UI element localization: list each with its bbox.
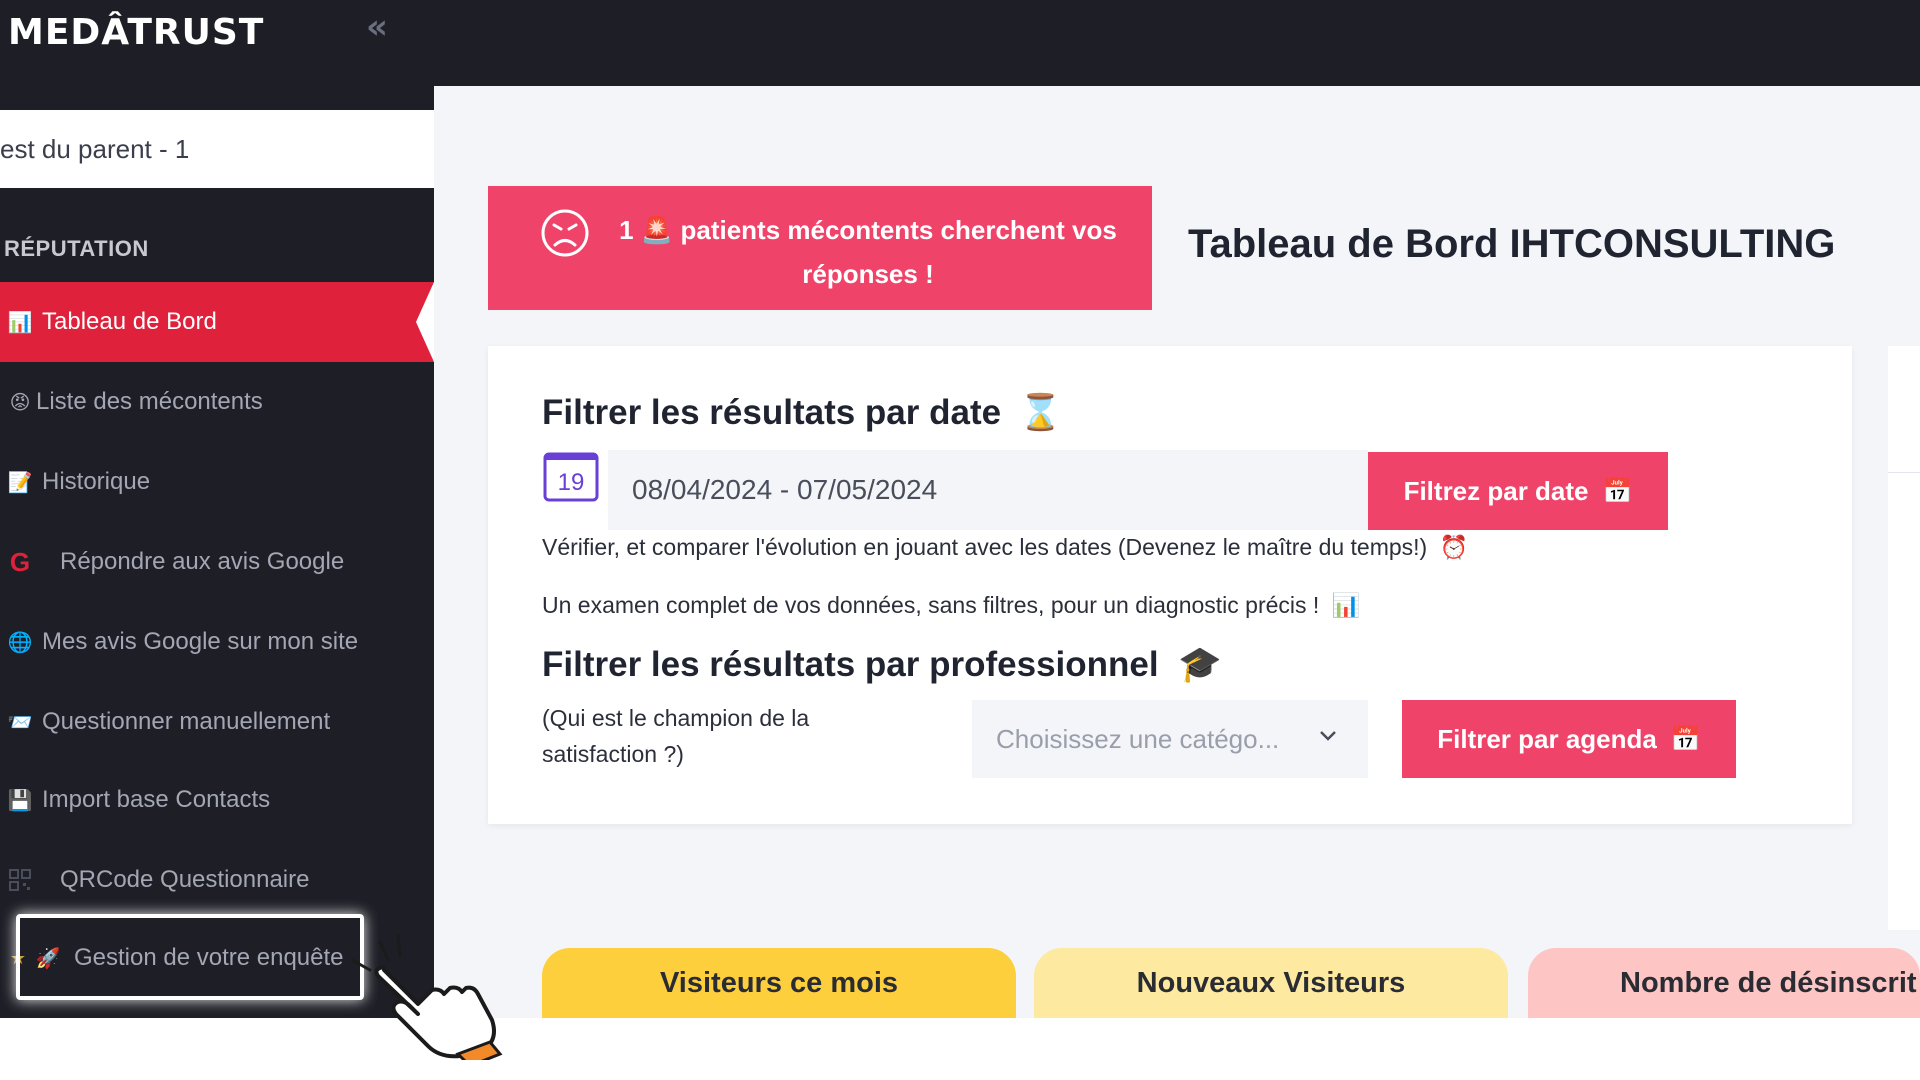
sidebar-item-questionner-manuellement[interactable]: 📨 Questionner manuellement: [0, 682, 434, 762]
page-title: Tableau de Bord IHTCONSULTING: [1188, 222, 1836, 266]
sidebar-item-qrcode[interactable]: QRCode Questionnaire: [0, 840, 434, 920]
sidebar-item-label: Tableau de Bord: [42, 308, 217, 335]
floppy-disk-icon: 💾: [7, 789, 33, 812]
date-filter-heading: Filtrer les résultats par date ⌛: [542, 392, 1062, 433]
google-icon: G: [9, 546, 31, 577]
calendar-day: 19: [558, 469, 585, 496]
date-range-input[interactable]: 08/04/2024 - 07/05/2024: [608, 450, 1368, 530]
filter-by-date-button[interactable]: Filtrez par date 📅: [1368, 452, 1668, 530]
alarm-clock-icon: ⏰: [1439, 534, 1469, 560]
alert-message: 1 🚨 patients mécontents cherchent vos ré…: [598, 208, 1138, 296]
filter-by-date-label: Filtrez par date: [1403, 475, 1589, 506]
stat-card-label: Nouveaux Visiteurs: [1136, 966, 1406, 999]
unhappy-patients-alert[interactable]: 1 🚨 patients mécontents cherchent vos ré…: [488, 186, 1152, 310]
sidebar-item-import-contacts[interactable]: 💾 Import base Contacts: [0, 760, 434, 840]
globe-icon: 🌐: [7, 631, 33, 654]
section-title-reputation: RÉPUTATION: [4, 236, 149, 261]
sidebar-item-label: Historique: [42, 468, 151, 495]
sidebar-item-label: Mes avis Google sur mon site: [42, 628, 359, 655]
stat-card-label: Visiteurs ce mois: [659, 966, 899, 999]
date-range-value: 08/04/2024 - 07/05/2024: [632, 474, 938, 505]
envelope-icon: 📨: [7, 711, 33, 734]
bar-chart-icon: 📊: [7, 311, 33, 334]
sidebar-item-repondre-avis-google[interactable]: G Répondre aux avis Google: [0, 522, 434, 602]
professional-filter-note: (Qui est le champion de la satisfaction …: [542, 705, 810, 767]
qrcode-icon: [6, 866, 34, 894]
top-bar: [434, 0, 1920, 86]
sad-face-icon: [541, 209, 589, 257]
pointer-hand-icon: [350, 934, 503, 1060]
stat-card-label: Nombre de désinscrit: [1620, 966, 1917, 999]
date-filter-heading-text: Filtrer les résultats par date: [542, 393, 1002, 432]
sidebar: MEDÂTRUST « est du parent - 1 RÉPUTATION…: [0, 0, 434, 1018]
sidebar-item-label: QRCode Questionnaire: [60, 866, 310, 893]
category-select[interactable]: Choisissez une catégo...: [972, 700, 1368, 778]
sidebar-item-label: Répondre aux avis Google: [60, 548, 345, 575]
stat-card-new-visitors[interactable]: Nouveaux Visiteurs: [1034, 948, 1508, 1018]
full-review-note-text: Un examen complet de vos données, sans f…: [542, 592, 1320, 618]
sidebar-item-label: Questionner manuellement: [42, 708, 331, 735]
sidebar-item-label: Import base Contacts: [42, 786, 271, 813]
collapse-sidebar-icon[interactable]: «: [366, 10, 398, 44]
parent-selector[interactable]: est du parent - 1: [0, 110, 434, 188]
filter-by-agenda-label: Filtrer par agenda: [1437, 723, 1657, 754]
sidebar-item-liste-mecontents[interactable]: 😡 Liste des mécontents: [0, 362, 434, 442]
calendar-small-icon: 📅: [1670, 725, 1701, 753]
sidebar-item-label: Liste des mécontents: [36, 388, 263, 415]
category-select-placeholder: Choisissez une catégo...: [996, 723, 1280, 754]
professional-filter-heading-text: Filtrer les résultats par professionnel: [542, 645, 1159, 684]
alert-line2: réponses !: [802, 259, 934, 289]
professional-filter-heading: Filtrer les résultats par professionnel …: [542, 644, 1222, 685]
angry-face-icon: 😡: [9, 391, 31, 414]
alert-count: 1: [619, 215, 634, 245]
date-filter-note-text: Vérifier, et comparer l'évolution en jou…: [542, 534, 1428, 560]
filter-by-agenda-button[interactable]: Filtrer par agenda 📅: [1402, 700, 1736, 778]
sidebar-item-mes-avis-google[interactable]: 🌐 Mes avis Google sur mon site: [0, 602, 434, 682]
right-side-panel: [1888, 346, 1920, 930]
calendar-icon[interactable]: 19: [542, 448, 600, 504]
parent-label: est du parent - 1: [0, 133, 190, 164]
hourglass-icon: ⌛: [1018, 393, 1063, 432]
full-review-note[interactable]: Un examen complet de vos données, sans f…: [542, 592, 1360, 619]
alert-line1: patients mécontents cherchent vos: [680, 215, 1117, 245]
chevron-down-icon: [1320, 731, 1336, 741]
sidebar-item-tableau-de-bord[interactable]: 📊 Tableau de Bord: [0, 282, 434, 362]
brand-logo[interactable]: MEDÂTRUST: [8, 12, 264, 56]
bar-chart-icon: 📊: [1331, 592, 1361, 618]
siren-icon: 🚨: [640, 215, 674, 245]
highlight-frame: [16, 914, 364, 1000]
calendar-small-icon: 📅: [1602, 477, 1633, 505]
date-filter-note: Vérifier, et comparer l'évolution en jou…: [542, 534, 1468, 561]
stat-card-unsubscribed[interactable]: Nombre de désinscrit: [1528, 948, 1920, 1018]
stat-card-visitors-month[interactable]: Visiteurs ce mois: [542, 948, 1016, 1018]
memo-icon: 📝: [7, 471, 33, 494]
sidebar-item-historique[interactable]: 📝 Historique: [0, 442, 434, 522]
graduation-cap-icon: 🎓: [1178, 645, 1222, 684]
